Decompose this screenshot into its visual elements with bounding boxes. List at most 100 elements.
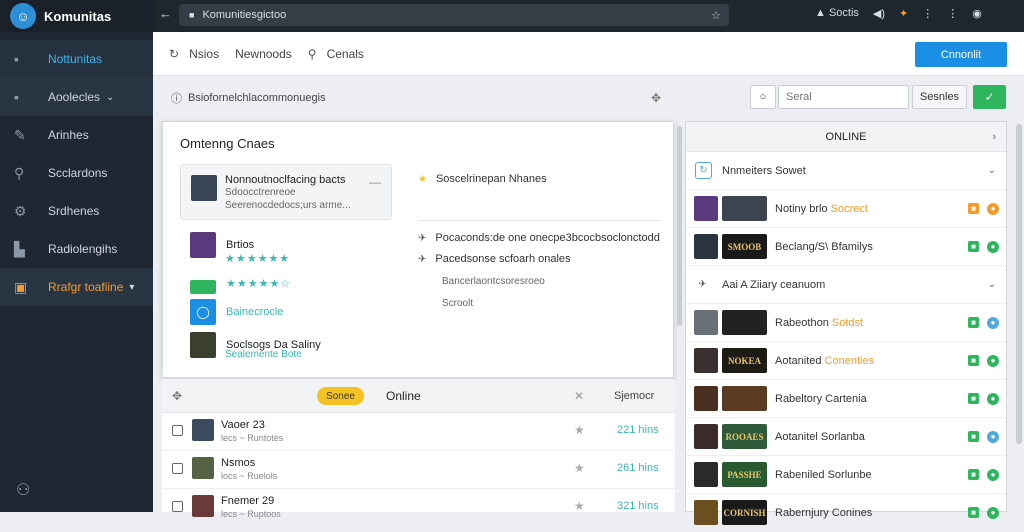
status-circle-icon[interactable]: ●	[987, 354, 999, 367]
row-checkbox[interactable]	[172, 425, 183, 436]
search-input[interactable]	[778, 85, 909, 109]
primary-button[interactable]: Cnnonlit	[915, 42, 1007, 67]
online-list: ✥ Sonee Online ✕ Sjemocr Vaoer 23 lecs ~…	[162, 378, 675, 527]
row-sub: lecs ~ Ruptoos	[221, 509, 281, 519]
avatar[interactable]: ◉	[972, 7, 982, 20]
list-item[interactable]: Rabeothon Sotdst ■ ●	[686, 304, 1006, 342]
bookmark-star-icon[interactable]: ☆	[711, 9, 721, 22]
status-circle-icon[interactable]: ●	[987, 430, 999, 443]
star-icon[interactable]: ★	[574, 423, 585, 437]
sidebar-item-3[interactable]: ✎ Arinhes	[0, 116, 153, 154]
list-item[interactable]: Rabeltory Cartenia ■ ●	[686, 380, 1006, 418]
move-icon[interactable]: ✥	[651, 91, 661, 105]
sidebar-item-7[interactable]: ▣ Rrafgr toafiine ▾	[0, 268, 153, 306]
scrollbar[interactable]	[677, 126, 682, 326]
extension-icon[interactable]: ✦	[899, 7, 908, 20]
status-icon[interactable]: ■	[968, 203, 979, 214]
rating-stars: ★★★★★★	[225, 253, 291, 265]
app-name: Komunitas	[44, 8, 112, 24]
toolbar-item-3[interactable]: ⚲ Cenals	[308, 47, 364, 61]
sound-icon[interactable]: ◀)	[873, 7, 885, 20]
list-item[interactable]: CORNISH Rabernjury Conines ■ ●	[686, 494, 1006, 532]
sidebar-item-2[interactable]: ▪ Aoolecles ⌄	[0, 78, 153, 116]
status-circle-icon[interactable]: ●	[987, 506, 999, 519]
row-checkbox[interactable]	[172, 501, 183, 512]
pin-icon: ✈	[418, 232, 427, 244]
brand[interactable]: ☺ Komunitas	[0, 0, 153, 32]
row-name: Aotanited Conenties	[775, 355, 874, 367]
section-header-2[interactable]: ✈ Aai A Ziiary ceanuom ⌄	[686, 266, 1006, 304]
status-circle-icon[interactable]: ●	[987, 392, 999, 405]
list-item[interactable]: SMOOB Beclang/S\ Bfamilys ■ ●	[686, 228, 1006, 266]
sidebar-item-1[interactable]: ▪ Nottunitas	[0, 40, 153, 78]
square-icon: ▪	[14, 89, 19, 105]
popup-title: Omtenng Cnaes	[180, 136, 275, 151]
list-item[interactable]: PASSHE Rabeniled Sorlunbe ■ ●	[686, 456, 1006, 494]
row-name-text: Notiny brlo	[775, 202, 828, 215]
star-icon[interactable]: ★	[574, 461, 585, 475]
row-banner: NOKEA	[722, 348, 767, 373]
popup-right-item-1[interactable]: ✈ Pocaconds:de one onecpe3bcocbsocloncto…	[418, 232, 660, 244]
right-panel-title: ONLINE	[825, 130, 867, 143]
user-icon[interactable]: ⚇	[16, 480, 30, 500]
star-icon: ★	[418, 173, 427, 185]
chevron-down-icon: ⌄	[987, 279, 996, 290]
list-item[interactable]: NOKEA Aotanited Conenties ■ ●	[686, 342, 1006, 380]
row-name-text: Beclang/S\ Bfamilys	[775, 240, 873, 253]
popup-card[interactable]: Nonnoutnoclfacing bacts Sdoocctrenreoe S…	[180, 164, 392, 220]
status-icon[interactable]: ■	[968, 317, 979, 328]
row-name: Rabeothon Sotdst	[775, 317, 863, 329]
chevron-right-icon[interactable]: ›	[992, 131, 996, 143]
close-icon[interactable]: ✕	[574, 389, 584, 403]
row-checkbox[interactable]	[172, 463, 183, 474]
breadcrumb[interactable]: ⓘ Bsiofornelchlacommonuegis	[171, 90, 326, 106]
list-item[interactable]: ROOAES Aotanitel Sorlanba ■ ●	[686, 418, 1006, 456]
status-icon[interactable]: ■	[968, 507, 979, 518]
sidebar-item-6[interactable]: ▙ Radiolengihs	[0, 230, 153, 268]
status-circle-icon[interactable]: ●	[987, 202, 999, 215]
status-circle-icon[interactable]: ●	[987, 240, 999, 253]
row-avatar	[694, 348, 718, 373]
sidebar-item-4[interactable]: ⚲ Scclardons	[0, 154, 153, 192]
table-row[interactable]: Fnemer 29 lecs ~ Ruptoos ★ 321 hins	[162, 489, 675, 527]
minimize-icon[interactable]: —	[369, 175, 381, 189]
toolbar-item-1[interactable]: ↻ Nsios	[169, 47, 219, 61]
address-bar[interactable]: ■ Komunitiesgictoo ☆	[179, 4, 729, 26]
table-row[interactable]: Vaoer 23 lecs ~ Runtotes ★ 221 hins	[162, 413, 675, 451]
status-icon[interactable]: ■	[968, 241, 979, 252]
move-icon[interactable]: ✥	[172, 389, 182, 403]
status-icon[interactable]: ■	[968, 469, 979, 480]
section-header-1[interactable]: ↻ Nnmeiters Sowet ⌄	[686, 152, 1006, 190]
popup-item-3[interactable]: ◯ Bainecrocle	[190, 299, 283, 325]
circle-button[interactable]: ○	[750, 85, 776, 109]
popup-right-item-2[interactable]: ✈ Pacedsonse scfoarh onales	[418, 253, 571, 265]
popup-panel: Omtenng Cnaes Nonnoutnoclfacing bacts Sd…	[162, 121, 674, 378]
item-sub: Sealemente Bote	[225, 349, 302, 360]
right-scrollbar[interactable]	[1016, 124, 1022, 444]
profile-item[interactable]: ▲ Soctis	[815, 7, 859, 20]
confirm-button[interactable]: ✓	[973, 85, 1006, 109]
sidebar-item-5[interactable]: ⚙ Srdhenes	[0, 192, 153, 230]
status-icon[interactable]: ■	[968, 431, 979, 442]
back-arrow-icon[interactable]: ←	[159, 6, 172, 21]
sidebar-item-label: Aoolecles	[48, 90, 101, 104]
status-icon[interactable]: ■	[968, 355, 979, 366]
status-circle-icon[interactable]: ●	[987, 316, 999, 329]
sidebar-item-label: Rrafgr toafiine	[48, 280, 124, 294]
status-circle-icon[interactable]: ●	[987, 468, 999, 481]
popup-right-item-4: Scroolt	[442, 298, 473, 309]
status-badge[interactable]: Sonee	[317, 387, 364, 405]
menu-icon-2[interactable]: ⋮	[947, 7, 958, 20]
pin-icon: ✈	[418, 253, 427, 265]
status-icon[interactable]: ■	[968, 393, 979, 404]
table-row[interactable]: Nsmos locs ~ Ruelols ★ 261 hins	[162, 451, 675, 489]
chevron-down-icon: ⌄	[987, 165, 996, 176]
list-item[interactable]: Notiny brlo Socrect ■ ●	[686, 190, 1006, 228]
toolbar-item-2[interactable]: Newnoods	[235, 47, 292, 61]
popup-item-2[interactable]: ★★★★★☆	[190, 272, 291, 294]
search-button[interactable]: Sesnles	[912, 85, 967, 109]
circle-icon: ○	[759, 91, 767, 103]
menu-icon[interactable]: ⋮	[922, 7, 933, 20]
star-icon[interactable]: ★	[574, 499, 585, 513]
row-name: Rabeniled Sorlunbe	[775, 469, 872, 481]
